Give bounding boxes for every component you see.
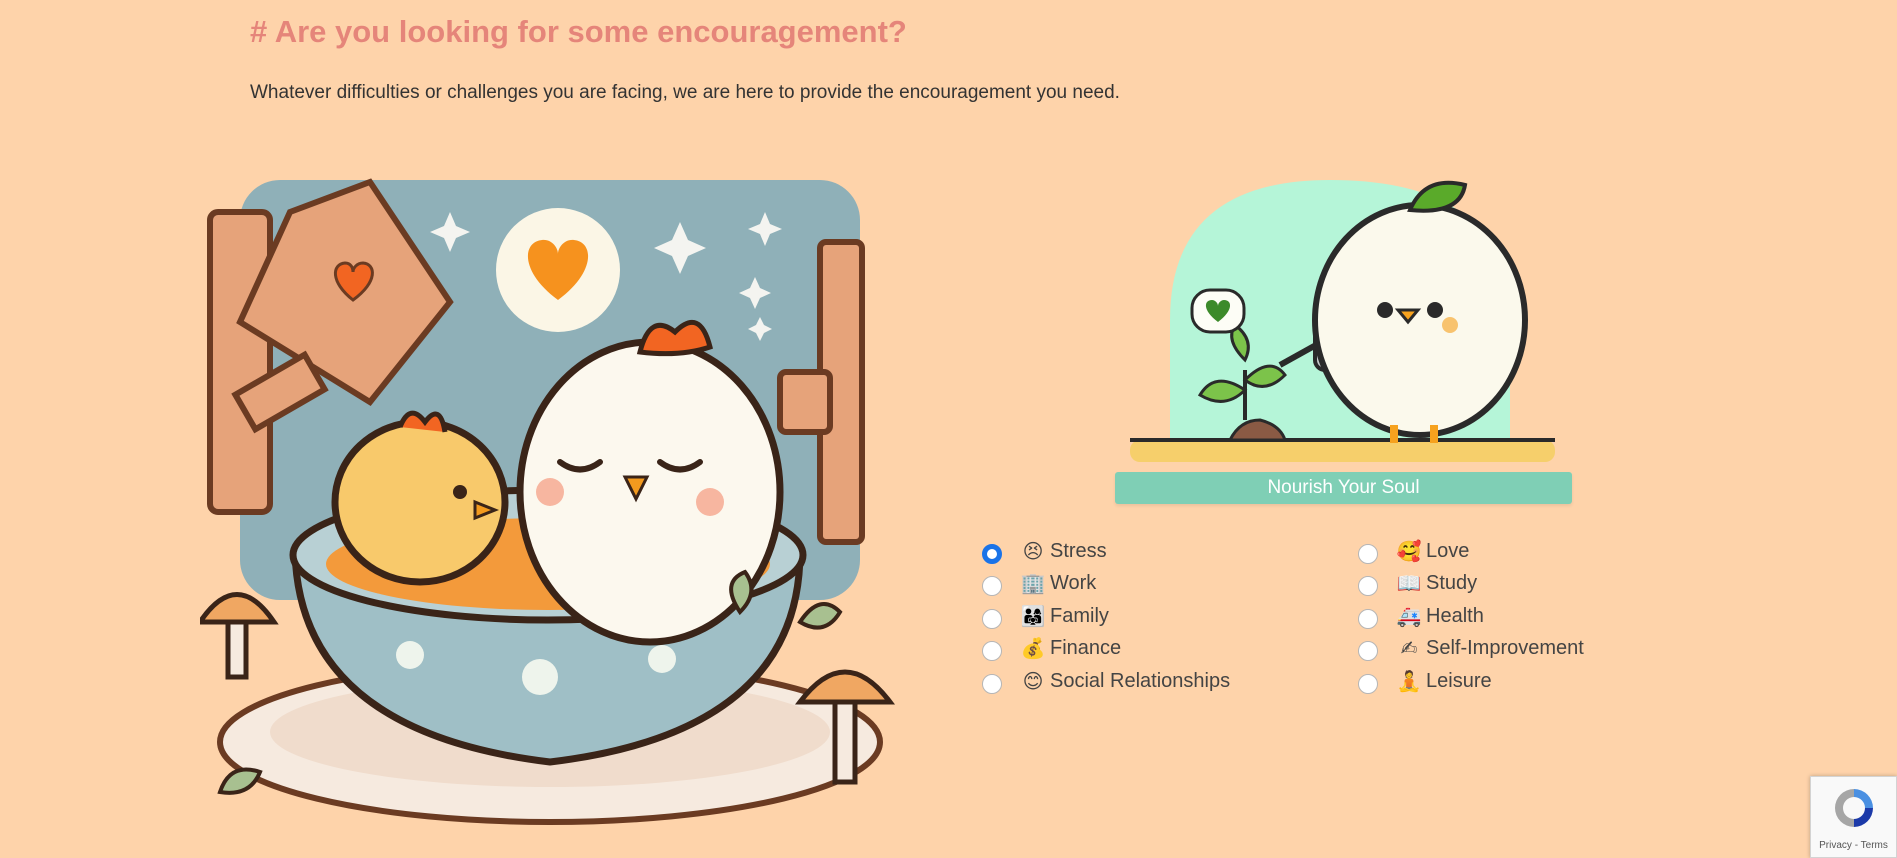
radio-button[interactable]: [1358, 609, 1378, 629]
money-bag-icon: 💰: [1020, 636, 1046, 660]
topic-option-love[interactable]: 🥰 Love: [1358, 536, 1469, 566]
chick-watering-plant-illustration: [1130, 160, 1560, 470]
radio-button[interactable]: [982, 674, 1002, 694]
topic-label: Study: [1426, 571, 1478, 594]
radio-button[interactable]: [1358, 544, 1378, 564]
page-title: # Are you looking for some encouragement…: [250, 14, 907, 49]
topic-option-work[interactable]: 🏢 Work: [982, 568, 1096, 598]
recaptcha-icon: [1831, 785, 1877, 836]
topic-option-social-relationships[interactable]: 😊 Social Relationships: [982, 666, 1230, 696]
topic-label: Social Relationships: [1050, 669, 1231, 692]
nourish-your-soul-button[interactable]: Nourish Your Soul: [1115, 472, 1572, 504]
recaptcha-badge[interactable]: Privacy - Terms: [1810, 776, 1897, 858]
ambulance-icon: 🚑: [1396, 604, 1422, 628]
topic-option-finance[interactable]: 💰 Finance: [982, 633, 1121, 663]
radio-button[interactable]: [982, 544, 1002, 564]
topic-label: Leisure: [1426, 669, 1492, 692]
smiling-face-with-hearts-icon: 🥰: [1396, 539, 1422, 563]
topic-label: Finance: [1050, 636, 1122, 659]
topic-label: Love: [1426, 539, 1470, 562]
persevering-face-icon: 😣: [1022, 539, 1044, 563]
radio-button[interactable]: [982, 641, 1002, 661]
topic-label: Work: [1050, 571, 1097, 594]
topic-option-self-improvement[interactable]: ✍ Self-Improvement: [1358, 633, 1584, 663]
office-building-icon: 🏢: [1020, 571, 1046, 595]
recaptcha-links[interactable]: Privacy - Terms: [1811, 840, 1896, 851]
radio-button[interactable]: [1358, 674, 1378, 694]
radio-button[interactable]: [982, 576, 1002, 596]
open-book-icon: 📖: [1396, 571, 1422, 595]
topic-option-family[interactable]: 👨‍👩‍👧 Family: [982, 601, 1109, 631]
two-chicks-in-bowl-illustration: [200, 172, 900, 842]
family-icon: 👨‍👩‍👧: [1020, 604, 1046, 628]
radio-button[interactable]: [1358, 641, 1378, 661]
topic-option-health[interactable]: 🚑 Health: [1358, 601, 1484, 631]
page: # Are you looking for some encouragement…: [0, 0, 1897, 858]
page-subtitle: Whatever difficulties or challenges you …: [250, 82, 1120, 103]
topic-label: Family: [1050, 604, 1109, 627]
smiling-face-icon: 😊: [1022, 669, 1044, 693]
topic-option-leisure[interactable]: 🧘 Leisure: [1358, 666, 1492, 696]
radio-button[interactable]: [982, 609, 1002, 629]
topic-label: Stress: [1050, 539, 1107, 562]
person-relaxing-icon: 🧘: [1396, 669, 1422, 693]
topic-options: 😣 Stress 🏢 Work 👨‍👩‍👧 Family 💰 Finance 😊…: [982, 536, 1682, 706]
topic-label: Self-Improvement: [1426, 636, 1584, 659]
radio-button[interactable]: [1358, 576, 1378, 596]
topic-option-stress[interactable]: 😣 Stress: [982, 536, 1107, 566]
writing-hand-icon: ✍: [1400, 636, 1418, 660]
topic-label: Health: [1426, 604, 1484, 627]
topic-option-study[interactable]: 📖 Study: [1358, 568, 1477, 598]
